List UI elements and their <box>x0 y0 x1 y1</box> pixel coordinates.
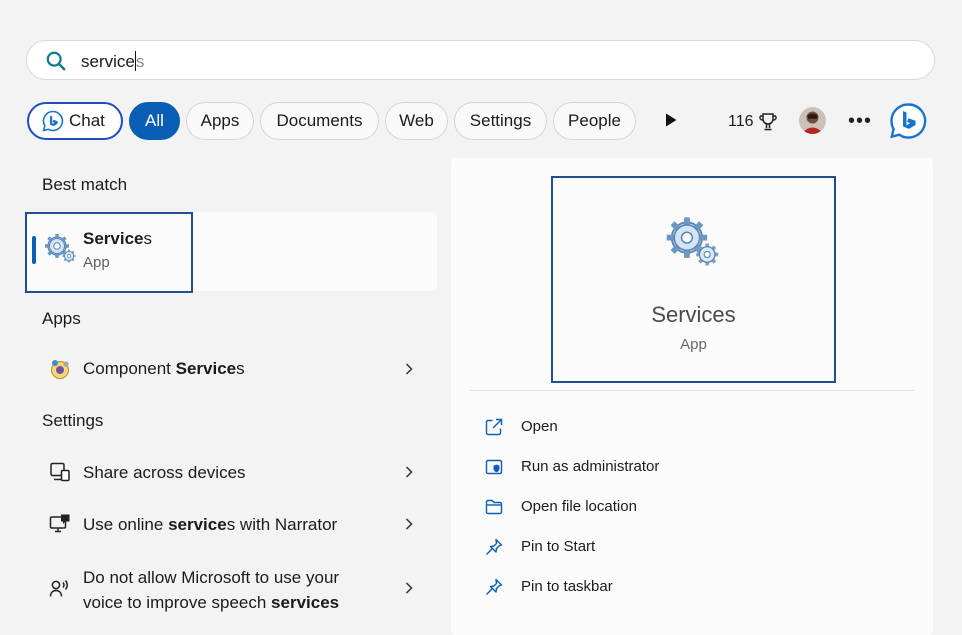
rewards-points-count: 116 <box>728 113 754 130</box>
avatar-photo <box>799 107 826 134</box>
search-box[interactable]: services <box>26 40 935 80</box>
people-filter-button[interactable]: People <box>553 102 636 140</box>
setting-result-label: Share across devices <box>83 463 246 482</box>
preview-app-type: App <box>680 336 707 353</box>
best-match-heading: Best match <box>42 175 128 194</box>
setting-result-share-across-devices[interactable]: Share across devices <box>26 454 437 490</box>
people-filter-label: People <box>568 111 621 130</box>
chevron-right-icon <box>405 518 413 530</box>
apps-heading: Apps <box>42 309 81 328</box>
action-label: Pin to Start <box>521 538 596 555</box>
app-result-component-services[interactable]: Component Services <box>26 352 437 386</box>
search-icon <box>46 51 66 71</box>
best-match-name-bold: Service <box>83 229 144 248</box>
bing-chat-icon <box>42 110 64 132</box>
user-avatar[interactable] <box>799 107 826 134</box>
chevron-right-icon <box>405 466 413 478</box>
label-suffix: s <box>236 359 245 378</box>
setting-result-speech-services[interactable]: Do not allow Microsoft to use your voice… <box>26 564 437 614</box>
documents-filter-button[interactable]: Documents <box>260 102 379 140</box>
all-filter-label: All <box>145 111 164 130</box>
label-prefix: voice to improve speech <box>83 593 272 612</box>
apps-filter-label: Apps <box>200 111 240 130</box>
chat-filter-button[interactable]: Chat <box>27 102 123 140</box>
web-filter-button[interactable]: Web <box>385 102 448 140</box>
action-pin-to-taskbar[interactable]: Pin to taskbar <box>484 576 613 598</box>
share-devices-icon <box>50 462 70 482</box>
documents-filter-label: Documents <box>276 111 363 130</box>
action-label: Open file location <box>521 498 637 515</box>
settings-heading: Settings <box>42 411 104 430</box>
search-typed-text: service <box>81 52 135 71</box>
action-pin-to-start[interactable]: Pin to Start <box>484 536 595 558</box>
best-match-type: App <box>83 254 110 271</box>
apps-filter-button[interactable]: Apps <box>186 102 254 140</box>
speech-voice-icon <box>49 580 68 597</box>
label-match: service <box>168 515 227 534</box>
action-label: Open <box>521 418 558 435</box>
rewards-points[interactable]: 116 <box>728 112 778 132</box>
pin-icon <box>486 538 503 555</box>
web-filter-label: Web <box>399 111 434 130</box>
search-input[interactable]: services <box>81 51 144 72</box>
action-label: Pin to taskbar <box>521 578 613 595</box>
more-filters-play-icon[interactable] <box>664 112 678 128</box>
preview-divider <box>470 390 914 391</box>
best-match-name-rest: s <box>143 229 153 248</box>
label-suffix: s with Narrator <box>226 515 338 534</box>
services-gear-large-icon <box>666 217 719 266</box>
setting-result-label-line1: Do not allow Microsoft to use your <box>83 568 340 587</box>
chevron-right-icon <box>405 582 413 594</box>
trophy-icon <box>758 113 777 131</box>
search-autocomplete-suffix: s <box>135 52 145 71</box>
label-prefix: Use online <box>83 515 169 534</box>
component-services-icon <box>51 360 69 379</box>
best-match-name: Services <box>83 229 152 249</box>
services-gear-icon <box>45 234 76 263</box>
settings-filter-label: Settings <box>469 111 532 130</box>
more-options-button[interactable]: ••• <box>848 110 872 133</box>
label-prefix: Component <box>83 359 176 378</box>
all-filter-button[interactable]: All <box>129 102 180 140</box>
setting-result-label: Use online services with Narrator <box>83 515 337 535</box>
bing-chat-launch-icon[interactable] <box>889 102 927 140</box>
action-run-as-administrator[interactable]: Run as administrator <box>484 456 659 478</box>
folder-icon <box>485 499 503 515</box>
action-label: Run as administrator <box>521 458 660 475</box>
selection-indicator <box>32 236 36 264</box>
chevron-right-icon <box>405 363 413 375</box>
setting-result-online-services-narrator[interactable]: Use online services with Narrator <box>26 506 437 542</box>
chat-filter-label: Chat <box>69 111 105 130</box>
label-match: services <box>271 593 340 612</box>
preview-app-name: Services <box>651 302 736 327</box>
app-result-label: Component Services <box>83 359 245 379</box>
open-external-icon <box>485 418 503 436</box>
action-open[interactable]: Open <box>484 416 558 438</box>
label-match: Service <box>175 359 237 378</box>
shield-icon <box>485 459 503 475</box>
action-open-file-location[interactable]: Open file location <box>484 496 637 518</box>
setting-result-label-line2: voice to improve speech services <box>83 593 339 613</box>
settings-filter-button[interactable]: Settings <box>454 102 547 140</box>
pin-icon <box>486 578 503 595</box>
narrator-monitor-icon <box>49 514 70 533</box>
